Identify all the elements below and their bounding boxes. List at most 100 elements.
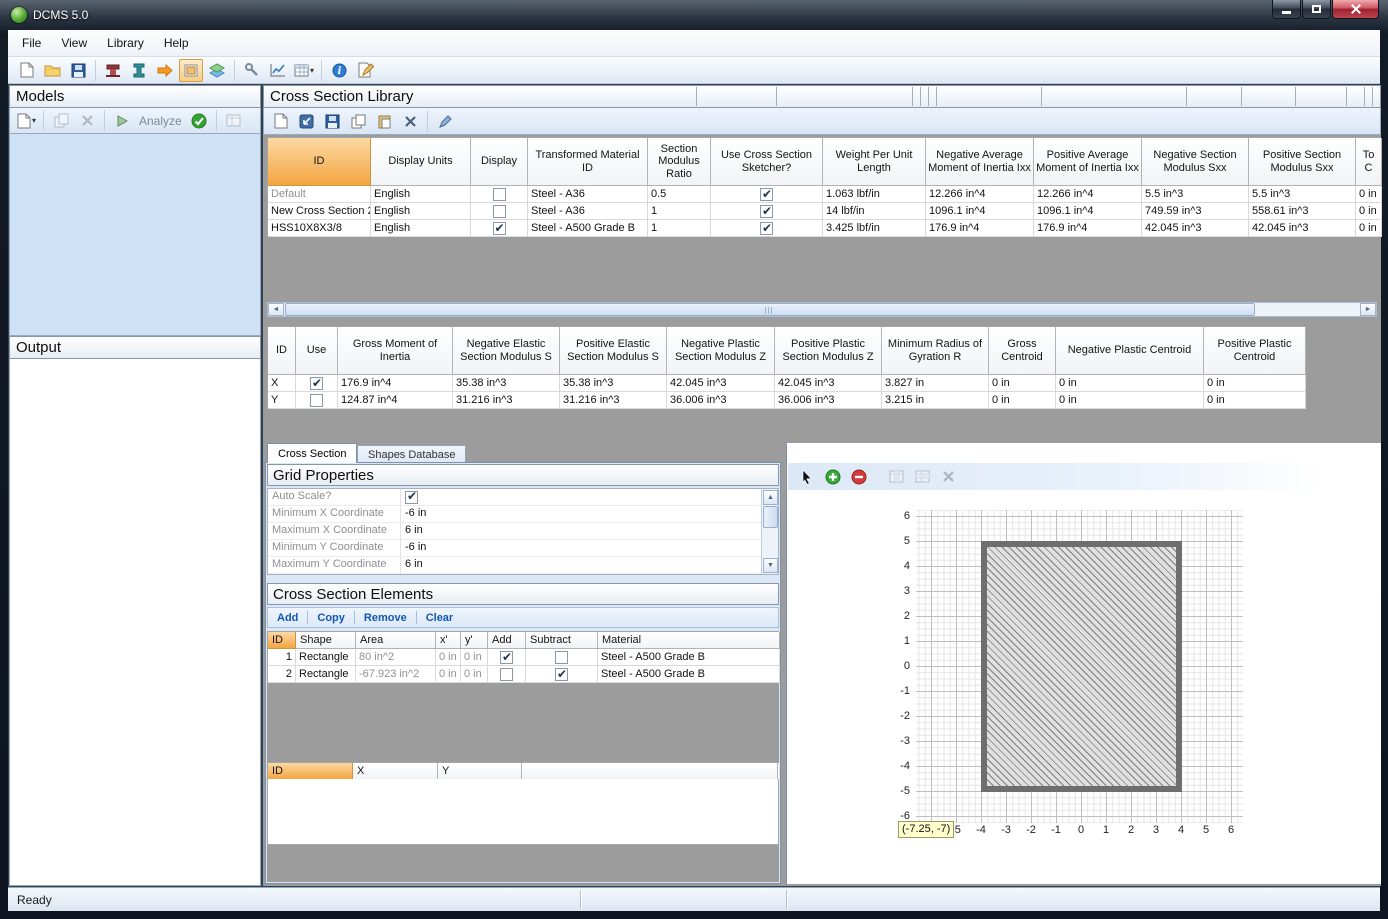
column-header-pos-plastic[interactable]: Positive Plastic Section Modulus Z — [775, 327, 882, 375]
cell-display-units[interactable]: English — [371, 203, 471, 220]
column-header-x[interactable]: x' — [436, 632, 461, 649]
vertical-scrollbar[interactable]: ▲ ▼ — [761, 489, 778, 574]
use-checkbox[interactable] — [310, 394, 323, 407]
press-icon[interactable] — [101, 59, 125, 82]
cell-use[interactable] — [296, 392, 338, 409]
cell-material[interactable]: Steel - A500 Grade B — [598, 666, 780, 683]
cell-display[interactable] — [471, 186, 528, 203]
column-header-neg-plastic-centroid[interactable]: Negative Plastic Centroid — [1056, 327, 1204, 375]
maximize-button[interactable] — [1302, 0, 1331, 19]
delete-model-icon[interactable] — [75, 109, 99, 132]
property-value[interactable]: 6 in — [401, 523, 778, 539]
cell-display-units[interactable]: English — [371, 186, 471, 203]
property-value[interactable] — [401, 489, 778, 505]
clear-elements-button[interactable]: Clear — [417, 612, 463, 624]
chart-icon[interactable] — [266, 59, 290, 82]
column-header-id[interactable]: ID — [268, 632, 296, 649]
table-icon[interactable]: ▾ — [292, 59, 316, 82]
menu-library[interactable]: Library — [97, 31, 154, 55]
menu-help[interactable]: Help — [154, 31, 199, 55]
cross-section-shape[interactable] — [981, 541, 1182, 792]
cell-gross-centroid[interactable]: 0 in — [989, 375, 1056, 392]
cell-ratio[interactable]: 1 — [648, 203, 711, 220]
column-header-neg-modulus[interactable]: Negative Section Modulus Sxx — [1142, 138, 1249, 186]
use-checkbox[interactable] — [310, 377, 323, 390]
open-icon[interactable] — [40, 59, 64, 82]
cell-area[interactable]: 80 in^2 — [356, 649, 436, 666]
cell-use-sketcher[interactable] — [711, 186, 823, 203]
add-element-button[interactable]: Add — [268, 612, 307, 624]
cell-id[interactable]: HSS10X8X3/8 — [268, 220, 371, 237]
new-cross-section-icon[interactable] — [268, 110, 292, 133]
cell-torsional[interactable]: 0 in — [1356, 220, 1382, 237]
cell-material[interactable]: Steel - A36 — [528, 186, 648, 203]
cell-pos-elastic[interactable]: 35.38 in^3 — [560, 375, 667, 392]
cell-shape[interactable]: Rectangle — [296, 649, 356, 666]
cell-pos-elastic[interactable]: 31.216 in^3 — [560, 392, 667, 409]
cell-use[interactable] — [296, 375, 338, 392]
display-checkbox[interactable] — [493, 188, 506, 201]
ibeam-icon[interactable] — [127, 59, 151, 82]
minimize-button[interactable] — [1272, 0, 1301, 19]
axis-row-y[interactable]: Y 124.87 in^4 31.216 in^3 31.216 in^3 36… — [268, 392, 1305, 409]
delete-section-icon[interactable] — [398, 110, 422, 133]
cell-min-radius[interactable]: 3.827 in — [882, 375, 989, 392]
tab-cross-section[interactable]: Cross Section — [267, 443, 357, 463]
scroll-left-button[interactable]: ◄ — [268, 303, 284, 316]
cell-id[interactable]: Y — [268, 392, 296, 409]
column-header-pos-modulus[interactable]: Positive Section Modulus Sxx — [1249, 138, 1356, 186]
cell-display[interactable] — [471, 220, 528, 237]
insert-column-icon[interactable] — [884, 465, 908, 488]
column-header-x[interactable]: X — [353, 763, 438, 780]
scroll-up-button[interactable]: ▲ — [763, 490, 778, 505]
cell-pos-modulus[interactable]: 5.5 in^3 — [1249, 186, 1356, 203]
new-file-icon[interactable] — [14, 59, 38, 82]
layers-icon[interactable] — [205, 59, 229, 82]
column-header-use-sketcher[interactable]: Use Cross Section Sketcher? — [711, 138, 823, 186]
cell-shape[interactable]: Rectangle — [296, 666, 356, 683]
column-header-pos-inertia[interactable]: Positive Average Moment of Inertia Ixx — [1034, 138, 1142, 186]
cell-ratio[interactable]: 0.5 — [648, 186, 711, 203]
column-header-gross-inertia[interactable]: Gross Moment of Inertia — [338, 327, 453, 375]
cell-pos-inertia[interactable]: 12.266 in^4 — [1034, 186, 1142, 203]
tools-icon[interactable] — [240, 59, 264, 82]
cell-display[interactable] — [471, 203, 528, 220]
cell-weight[interactable]: 3.425 lbf/in — [823, 220, 926, 237]
column-header-torsional[interactable]: To C — [1356, 138, 1382, 186]
copy-section-icon[interactable] — [346, 110, 370, 133]
cell-id[interactable]: 1 — [268, 649, 296, 666]
column-header-display[interactable]: Display — [471, 138, 528, 186]
library-row-hss10x8x38[interactable]: HSS10X8X3/8 English Steel - A500 Grade B… — [268, 220, 1381, 237]
add-point-icon[interactable] — [821, 465, 845, 488]
cell-neg-plastic[interactable]: 42.045 in^3 — [667, 375, 775, 392]
sketcher-checkbox[interactable] — [760, 222, 773, 235]
select-cursor-icon[interactable] — [795, 465, 819, 488]
column-header-area[interactable]: Area — [356, 632, 436, 649]
property-value[interactable]: -6 in — [401, 540, 778, 556]
column-header-transformed-material[interactable]: Transformed Material ID — [528, 138, 648, 186]
section-sketcher-icon[interactable] — [179, 59, 203, 82]
cell-add[interactable] — [488, 649, 526, 666]
cell-use-sketcher[interactable] — [711, 203, 823, 220]
subtract-checkbox[interactable] — [555, 651, 568, 664]
insert-row-icon[interactable] — [910, 465, 934, 488]
cell-x[interactable]: 0 in — [436, 666, 461, 683]
cell-neg-plastic[interactable]: 36.006 in^3 — [667, 392, 775, 409]
cell-x[interactable]: 0 in — [436, 649, 461, 666]
cell-material[interactable]: Steel - A500 Grade B — [528, 220, 648, 237]
property-row[interactable]: Auto Scale? — [268, 489, 778, 506]
cell-id[interactable]: 2 — [268, 666, 296, 683]
library-row-default[interactable]: Default English Steel - A36 0.5 1.063 lb… — [268, 186, 1381, 203]
close-button[interactable] — [1332, 0, 1379, 19]
title-bar[interactable]: DCMS 5.0 — [0, 0, 1388, 30]
points-table-body[interactable] — [267, 779, 779, 845]
scrollbar-thumb[interactable] — [763, 506, 778, 528]
column-header-neg-elastic[interactable]: Negative Elastic Section Modulus S — [453, 327, 560, 375]
column-header-id[interactable]: ID — [268, 763, 353, 780]
property-row[interactable]: Maximum Y Coordinate 6 in — [268, 557, 778, 574]
delete-point-icon[interactable] — [936, 465, 960, 488]
property-row[interactable]: Maximum X Coordinate 6 in — [268, 523, 778, 540]
column-header-display-units[interactable]: Display Units — [371, 138, 471, 186]
cell-pos-modulus[interactable]: 558.61 in^3 — [1249, 203, 1356, 220]
cell-torsional[interactable]: 0 in — [1356, 186, 1382, 203]
